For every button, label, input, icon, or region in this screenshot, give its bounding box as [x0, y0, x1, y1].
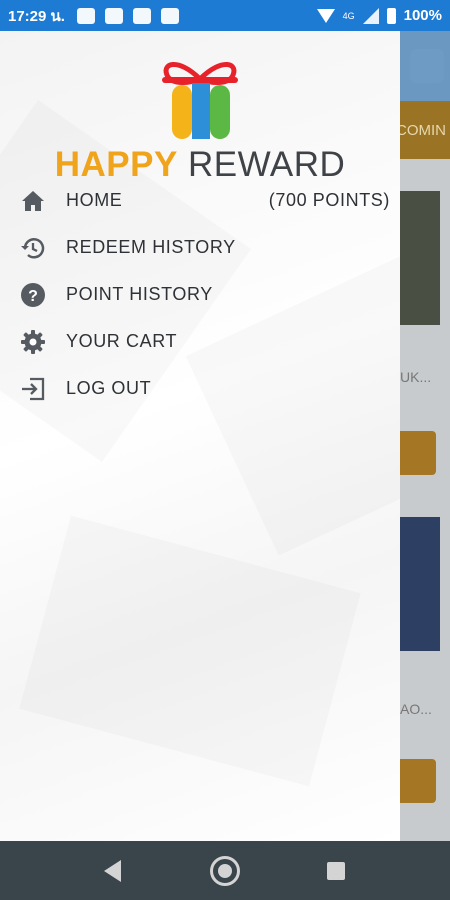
notification-icons: [76, 7, 179, 24]
menu-item-log-out[interactable]: LOG OUT: [0, 365, 400, 412]
status-time: 17:29 น.: [8, 7, 65, 25]
back-icon[interactable]: [104, 860, 121, 882]
gift-icon: [162, 62, 238, 139]
home-icon: [20, 188, 46, 214]
menu-item-home[interactable]: HOME (700 POINTS): [0, 177, 400, 224]
svg-text:?: ?: [28, 288, 38, 305]
menu-label: HOME: [66, 190, 123, 210]
wifi-icon: [316, 8, 335, 23]
battery-icon: [386, 7, 396, 24]
home-button-icon[interactable]: [210, 856, 240, 886]
app-logo: HAPPY REWARD: [0, 49, 400, 189]
background-facet: [19, 516, 361, 787]
recent-apps-icon[interactable]: [327, 862, 345, 880]
menu-label: REDEEM HISTORY: [66, 237, 236, 257]
status-bar: 17:29 น. 4G 100%: [0, 0, 450, 31]
cart-icon: [410, 49, 444, 83]
menu-item-your-cart[interactable]: YOUR CART: [0, 318, 400, 365]
background-tab-label: COMIN: [396, 122, 446, 139]
network-type: 4G: [342, 10, 355, 21]
parking-app-icon: [132, 7, 151, 24]
line-app-icon: [76, 7, 95, 24]
background-button: [394, 431, 436, 475]
drawer-menu: HOME (700 POINTS) REDEEM HISTORY ? POINT…: [0, 177, 400, 412]
points-balance: (700 POINTS): [268, 190, 390, 210]
battery-level: 100%: [403, 7, 442, 24]
mail-icon: [104, 7, 123, 24]
background-card-title: AO...: [400, 701, 432, 717]
menu-label: POINT HISTORY: [66, 284, 213, 304]
system-nav-bar: [0, 841, 450, 900]
status-right: 4G 100%: [316, 7, 442, 24]
cleaner-icon: [160, 7, 179, 24]
help-circle-icon: ?: [20, 282, 46, 308]
menu-item-redeem-history[interactable]: REDEEM HISTORY: [0, 224, 400, 271]
navigation-drawer: HAPPY REWARD HOME (700 POINTS) REDEEM HI…: [0, 31, 400, 841]
menu-label: YOUR CART: [66, 331, 178, 351]
gear-icon: [20, 329, 46, 355]
background-card-title: UK...: [400, 369, 432, 385]
logout-icon: [20, 376, 46, 402]
background-thumbnail: [400, 517, 440, 651]
signal-icon: [362, 7, 379, 24]
menu-label: LOG OUT: [66, 378, 152, 398]
history-icon: [20, 235, 46, 261]
background-thumbnail: [400, 191, 440, 325]
menu-item-point-history[interactable]: ? POINT HISTORY: [0, 271, 400, 318]
background-button: [394, 759, 436, 803]
